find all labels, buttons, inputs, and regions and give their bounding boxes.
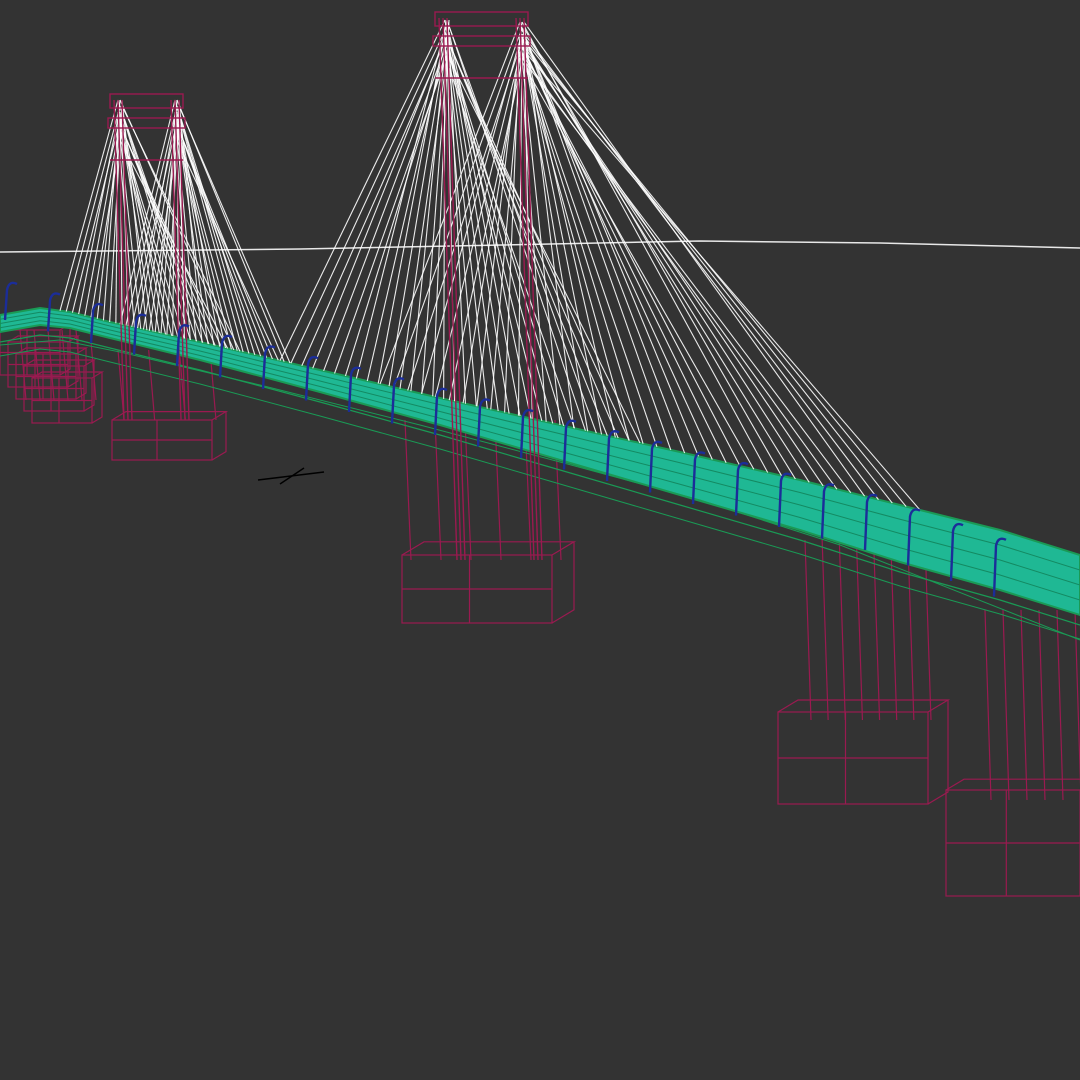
stay-cable bbox=[523, 33, 699, 457]
pier-column bbox=[1002, 609, 1010, 801]
3d-viewport[interactable] bbox=[0, 0, 1080, 1080]
pier-column bbox=[464, 419, 472, 561]
pier-column bbox=[1056, 609, 1064, 801]
pier-column bbox=[872, 539, 881, 721]
pier-footing bbox=[401, 541, 577, 624]
bridge-wireframe-scene[interactable] bbox=[0, 0, 1080, 1080]
stay-cable bbox=[523, 21, 866, 497]
stay-cable bbox=[355, 19, 448, 379]
stay-cable bbox=[476, 21, 523, 407]
stay-cable bbox=[377, 31, 446, 384]
pier-column bbox=[434, 419, 442, 561]
pier-column bbox=[907, 539, 915, 721]
stay-cable bbox=[176, 105, 250, 354]
pier-footing bbox=[111, 411, 229, 461]
stay-cable bbox=[344, 55, 446, 377]
pier-column bbox=[804, 539, 812, 721]
stay-cable bbox=[178, 105, 291, 364]
bridge-piers bbox=[0, 323, 1080, 897]
transform-gizmo-icon[interactable] bbox=[257, 467, 325, 485]
stay-cable bbox=[312, 37, 446, 369]
bridge-deck bbox=[0, 306, 1080, 641]
pier-column bbox=[984, 609, 992, 801]
stay-cable bbox=[519, 57, 755, 470]
pier-column bbox=[1020, 609, 1028, 801]
pier-column bbox=[1038, 609, 1046, 801]
pier-column bbox=[821, 539, 829, 721]
stay-cable bbox=[290, 25, 448, 364]
stay-cable bbox=[519, 39, 713, 460]
stay-cable bbox=[279, 19, 446, 361]
pier-column bbox=[148, 349, 156, 421]
pier-footing bbox=[945, 778, 1080, 897]
stay-cable bbox=[523, 45, 824, 487]
pier-column bbox=[855, 539, 864, 721]
pier-footing bbox=[777, 699, 951, 805]
deck-surface bbox=[0, 306, 1080, 617]
